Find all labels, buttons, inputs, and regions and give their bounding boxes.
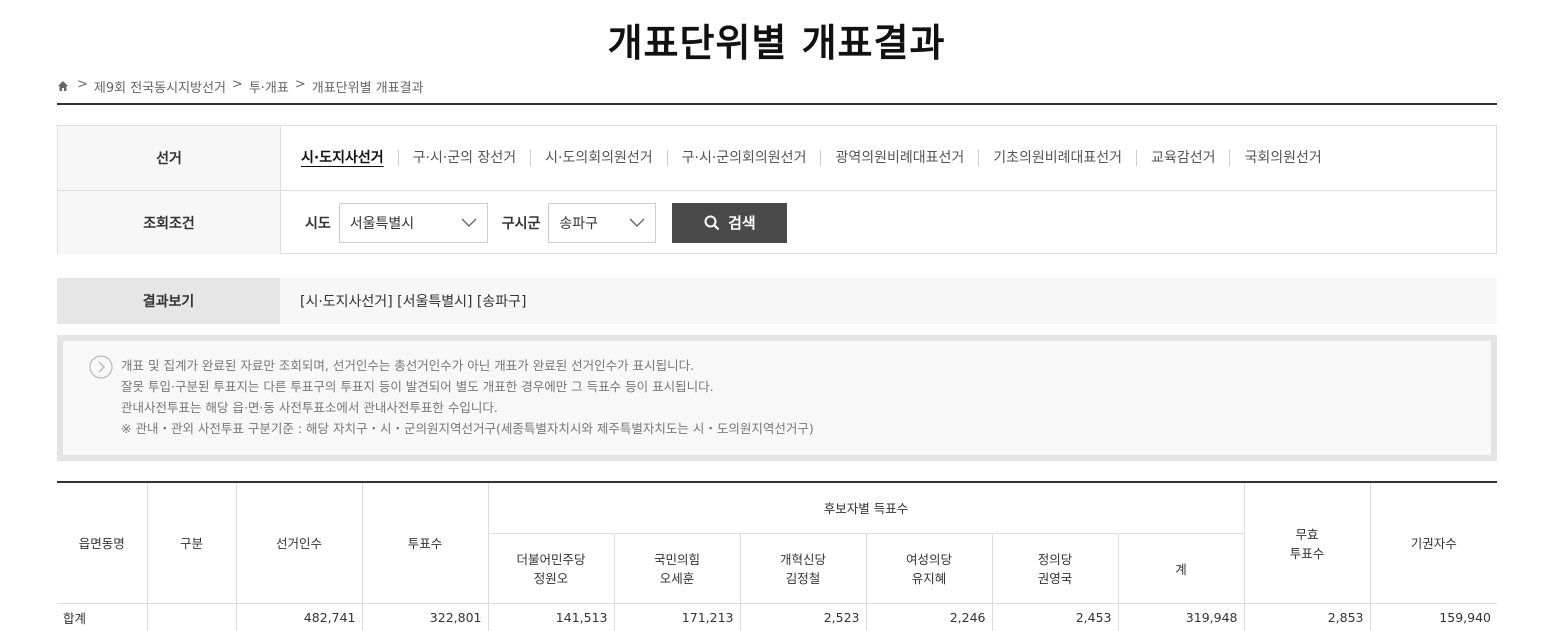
election-row: 선거 시·도지사선거 구·시·군의 장선거 시·도의회의원선거 구·시·군의회의… <box>58 126 1496 190</box>
cell-votes: 322,801 <box>361 602 489 631</box>
result-view: 결과보기 [시·도지사선거] [서울특별시] [송파구] <box>57 278 1497 324</box>
breadcrumb-item-election[interactable]: 제9회 전국동시지방선거 <box>94 77 226 96</box>
header-invalid-line2: 투표수 <box>1289 545 1325 561</box>
search-button-label: 검색 <box>728 214 756 232</box>
election-tabs: 시·도지사선거 구·시·군의 장선거 시·도의회의원선거 구·시·군의회의원선거… <box>281 126 1336 190</box>
header-candidate: 여성의당 유지혜 <box>865 532 993 604</box>
candidate-party: 더불어민주당 <box>516 552 586 567</box>
result-view-text: [시·도지사선거] [서울특별시] [송파구] <box>300 294 527 310</box>
tab-gusigun-council[interactable]: 구·시·군의회의원선거 <box>666 150 821 166</box>
breadcrumb-separator: > <box>231 77 243 92</box>
header-candidate: 정의당 권영국 <box>991 532 1119 604</box>
candidate-party: 국민의힘 <box>653 552 700 567</box>
cell-category <box>146 602 237 631</box>
tab-gusigun-head[interactable]: 구·시·군의 장선거 <box>397 150 531 166</box>
candidate-party: 개혁신당 <box>779 552 826 567</box>
page-title: 개표단위별 개표결과 <box>607 21 946 65</box>
header-total: 계 <box>1117 532 1244 604</box>
breadcrumb-item-current: 개표단위별 개표결과 <box>311 81 424 96</box>
notice-box: 개표 및 집계가 완료된 자료만 조회되며, 선거인수는 총선거인수가 아닌 개… <box>57 335 1497 461</box>
cell-total: 319,948 <box>1117 602 1245 631</box>
search-button[interactable]: 검색 <box>672 202 788 243</box>
header-votes: 투표수 <box>361 481 489 604</box>
notice-line: 개표 및 집계가 완료된 자료만 조회되며, 선거인수는 총선거인수가 아닌 개… <box>121 358 695 373</box>
cell-candidate-votes: 2,246 <box>865 602 993 631</box>
candidate-party: 여성의당 <box>905 552 952 567</box>
header-category: 구분 <box>146 481 237 604</box>
breadcrumb-separator: > <box>77 77 88 92</box>
sido-select[interactable]: 서울특별시 <box>338 202 488 243</box>
header-candidate: 국민의힘 오세훈 <box>613 532 741 604</box>
header-abstain: 기권자수 <box>1369 481 1497 604</box>
breadcrumb-item-vote[interactable]: 투·개표 <box>249 77 289 96</box>
header-invalid: 무효 투표수 <box>1243 481 1371 604</box>
tab-metro-proportional[interactable]: 광역의원비례대표선거 <box>820 150 978 166</box>
cell-district: 합계 <box>57 602 148 631</box>
search-icon <box>704 215 720 230</box>
sido-select-value: 서울특별시 <box>349 215 415 232</box>
chevron-down-icon <box>629 218 645 227</box>
header-district: 읍면동명 <box>57 481 148 604</box>
breadcrumb: > 제9회 전국동시지방선거 > 투·개표 > 개표단위별 개표결과 <box>57 77 1497 105</box>
result-view-label: 결과보기 <box>57 278 280 324</box>
election-label: 선거 <box>58 126 281 190</box>
filter-box: 선거 시·도지사선거 구·시·군의 장선거 시·도의회의원선거 구·시·군의회의… <box>57 125 1497 254</box>
results-table: 읍면동명 구분 선거인수 투표수 후보자별 득표수 무효 투표수 기권자수 더불… <box>57 481 1497 631</box>
candidate-party: 정의당 <box>1037 552 1073 567</box>
gusigun-select-value: 송파구 <box>559 215 599 232</box>
condition-area: 시도 서울특별시 구시군 송파구 검색 <box>281 191 788 254</box>
header-candidate: 더불어민주당 정원오 <box>488 532 615 604</box>
header-candidate: 개혁신당 김정철 <box>739 532 867 604</box>
chevron-down-icon <box>461 218 477 227</box>
tab-national-assembly[interactable]: 국회의원선거 <box>1229 150 1335 166</box>
cell-candidate-votes: 171,213 <box>613 602 741 631</box>
table-row: 합계 482,741 322,801 141,513 171,213 2,523… <box>57 602 1497 631</box>
header-invalid-line1: 무효 <box>1295 526 1319 542</box>
tab-local-proportional[interactable]: 기초의원비례대표선거 <box>978 150 1136 166</box>
breadcrumb-separator: > <box>294 77 306 92</box>
condition-label: 조회조건 <box>58 191 281 254</box>
candidate-name: 유지혜 <box>911 571 947 586</box>
tab-superintendent[interactable]: 교육감선거 <box>1136 150 1229 166</box>
home-icon[interactable] <box>57 80 69 92</box>
gusigun-label: 구시군 <box>501 215 541 232</box>
header-candidate-group: 후보자별 득표수 <box>487 481 1245 534</box>
notice-line: 잘못 투입·구분된 투표지는 다른 투표구의 투표지 등이 발견되어 별도 개표… <box>121 379 714 394</box>
cell-electors: 482,741 <box>235 602 363 631</box>
notice-lines: 개표 및 집계가 완료된 자료만 조회되며, 선거인수는 총선거인수가 아닌 개… <box>121 355 1467 439</box>
sido-label: 시도 <box>305 215 331 232</box>
cell-abstain: 159,940 <box>1369 602 1497 631</box>
cell-candidate-votes: 2,453 <box>991 602 1119 631</box>
notice-line: ※ 관내・관외 사전투표 구분기준 : 해당 자치구・시・군의원지역선거구(세종… <box>121 421 814 436</box>
cell-candidate-votes: 141,513 <box>487 602 615 631</box>
chevron-right-circle-icon <box>89 355 113 379</box>
candidate-name: 정원오 <box>533 571 569 586</box>
tab-sido-council[interactable]: 시·도의회의원선거 <box>530 150 667 166</box>
condition-row: 조회조건 시도 서울특별시 구시군 송파구 검색 <box>58 190 1496 254</box>
notice-line: 관내사전투표는 해당 읍·면·동 사전투표소에서 관내사전투표한 수입니다. <box>121 400 498 415</box>
candidate-name: 오세훈 <box>659 571 695 586</box>
tab-sido-governor[interactable]: 시·도지사선거 <box>301 150 398 166</box>
cell-candidate-votes: 2,523 <box>739 602 867 631</box>
cell-invalid: 2,853 <box>1243 602 1371 631</box>
gusigun-select[interactable]: 송파구 <box>548 202 657 243</box>
header-electors: 선거인수 <box>235 481 363 604</box>
candidate-name: 권영국 <box>1037 571 1073 586</box>
candidate-name: 김정철 <box>785 571 821 586</box>
